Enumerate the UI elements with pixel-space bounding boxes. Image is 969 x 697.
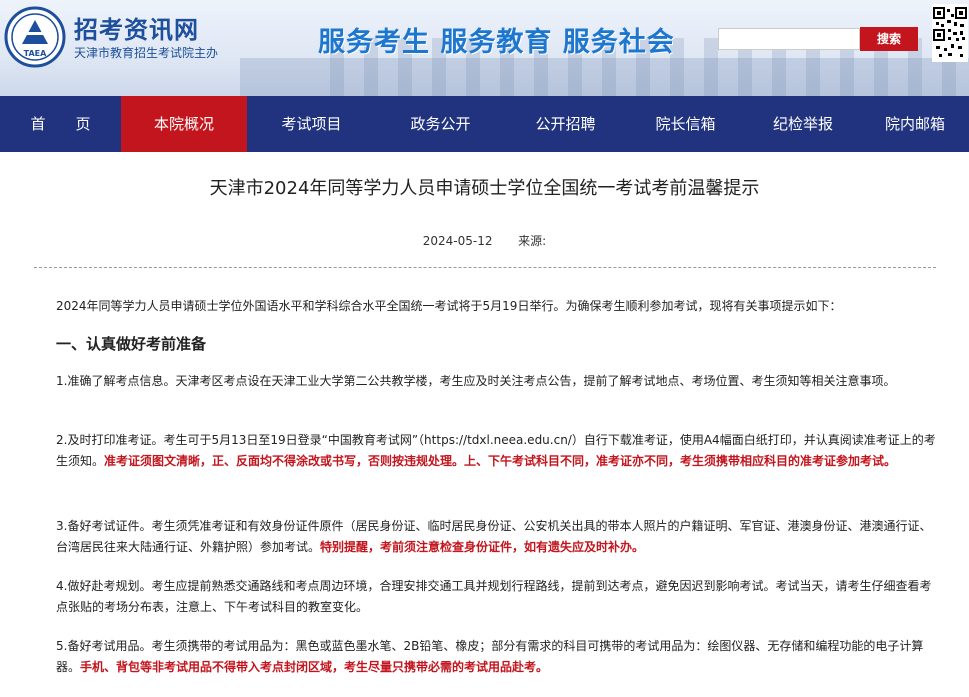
site-slogan: 服务考生 服务教育 服务社会 — [318, 27, 675, 58]
list-item-alert: 特别提醒，考前须注意检查身份证件，如有遗失应及时补办。 — [320, 540, 645, 554]
search-button[interactable]: 搜索 — [860, 27, 918, 51]
qr-code-icon — [932, 4, 968, 62]
list-item: 1.准确了解考点信息。天津考区考点设在天津工业大学第二公共教学楼，考生应及时关注… — [56, 374, 896, 388]
article-source-label: 来源: — [518, 234, 547, 248]
site-name[interactable]: 招考资讯网 — [74, 10, 199, 45]
nav-item-internal-mail[interactable]: 院内邮箱 — [861, 96, 969, 152]
list-item-alert: 手机、背包等非考试用品不得带入考点封闭区域，考生尽量只携带必需的考试用品赴考。 — [80, 660, 549, 674]
article-meta: 2024-05-12 来源: — [0, 232, 969, 249]
search-input[interactable] — [718, 28, 860, 50]
nav-item-president-mailbox[interactable]: 院长信箱 — [626, 96, 745, 152]
list-item-alert: 准考证须图文清晰，正、反面均不得涂改或书写，否则按违规处理。上、下午考试科目不同… — [104, 454, 897, 468]
nav-item-about[interactable]: 本院概况 — [121, 96, 247, 152]
taea-logo-icon[interactable]: TAEA — [4, 6, 66, 68]
list-item: 4.做好赴考规划。考生应提前熟悉交通路线和考点周边环境，合理安排交通工具并规划行… — [56, 579, 932, 614]
nav-item-recruitment[interactable]: 公开招聘 — [505, 96, 626, 152]
site-subtitle: 天津市教育招生考试院主办 — [74, 46, 219, 60]
nav-item-discipline-report[interactable]: 纪检举报 — [745, 96, 861, 152]
section-heading: 一、认真做好考前准备 — [56, 335, 207, 353]
list-item: 2.及时打印准考证。考生可于5月13日至19日登录“中国教育考试网”（https… — [56, 430, 940, 472]
title-divider — [34, 267, 936, 268]
article-date: 2024-05-12 — [422, 234, 493, 248]
site-header: TAEA 招考资讯网 天津市教育招生考试院主办 服务考生 服务教育 服务社会 搜… — [0, 0, 969, 96]
article-intro: 2024年同等学力人员申请硕士学位外国语水平和学科综合水平全国统一考试将于5月1… — [56, 299, 842, 313]
list-item: 3.备好考试证件。考生须凭准考证和有效身份证件原件（居民身份证、临时居民身份证、… — [56, 516, 940, 558]
nav-item-government-affairs[interactable]: 政务公开 — [376, 96, 505, 152]
nav-item-exams[interactable]: 考试项目 — [247, 96, 376, 152]
list-item: 5.备好考试用品。考生须携带的考试用品为：黑色或蓝色墨水笔、2B铅笔、橡皮；部分… — [56, 636, 940, 678]
nav-item-home[interactable]: 首 页 — [0, 96, 121, 152]
article-title: 天津市2024年同等学力人员申请硕士学位全国统一考试考前温馨提示 — [209, 178, 760, 199]
main-nav: 首 页 本院概况 考试项目 政务公开 公开招聘 院长信箱 纪检举报 院内邮箱 — [0, 96, 969, 152]
logo-text: TAEA — [24, 49, 47, 58]
